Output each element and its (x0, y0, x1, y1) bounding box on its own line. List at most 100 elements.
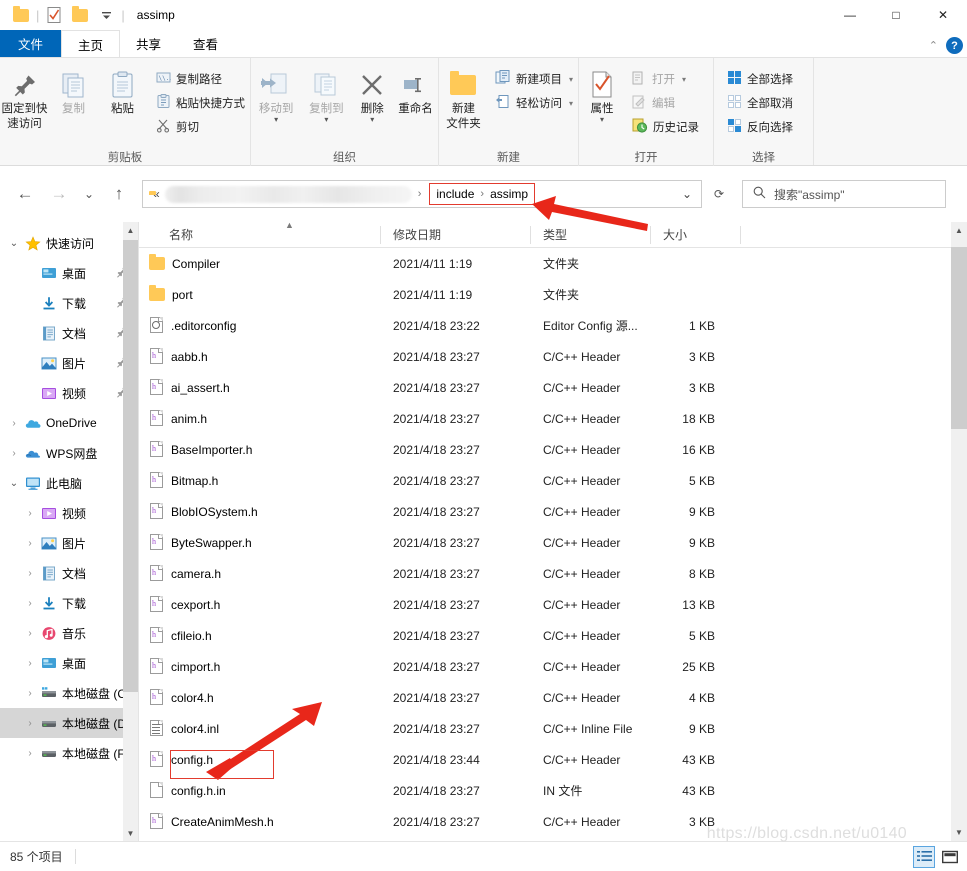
large-icons-view-button[interactable] (939, 846, 961, 868)
new-folder-qat-icon[interactable] (67, 3, 93, 27)
sidebar-item-本地磁盘-c-[interactable]: › 本地磁盘 (C:) (0, 678, 138, 708)
filelist-scrollbar[interactable]: ▲ ▼ (951, 222, 967, 841)
view-mode-buttons[interactable] (913, 845, 961, 868)
address-bar[interactable]: « › include › assimp ⌄ (142, 180, 702, 208)
delete-button[interactable]: 删除 ▾ (351, 62, 393, 124)
easy-access-caret-icon[interactable]: ▾ (569, 99, 573, 108)
sidebar-item-此电脑[interactable]: ⌄ 此电脑 (0, 468, 138, 498)
select-none-button[interactable]: 全部取消 (722, 92, 798, 114)
file-name-cell[interactable]: config.h.in (139, 782, 381, 799)
properties-caret-icon[interactable]: ▾ (600, 116, 604, 124)
tab-share[interactable]: 共享 (120, 30, 177, 57)
history-button[interactable]: 历史记录 (627, 116, 704, 138)
minimize-button[interactable]: — (827, 0, 873, 30)
file-name-cell[interactable]: h Bitmap.h (139, 472, 381, 489)
table-row[interactable]: h camera.h 2021/4/18 23:27 C/C++ Header 8 KB (139, 558, 967, 589)
ribbon-tab-strip[interactable]: 文件 主页 共享 查看 ⌃ ? (0, 30, 967, 57)
sidebar-item-桌面[interactable]: › 桌面 (0, 648, 138, 678)
sidebar-item-本地磁盘-f-[interactable]: › 本地磁盘 (F:) (0, 738, 138, 768)
chevron-right-icon[interactable]: › (6, 418, 22, 429)
window-controls[interactable]: — □ ✕ (827, 0, 967, 30)
column-header-date[interactable]: 修改日期 (381, 222, 531, 248)
move-to-button[interactable]: 移动到 ▾ (251, 62, 301, 124)
recent-locations-button[interactable]: ⌄ (76, 177, 102, 211)
search-box[interactable]: 搜索"assimp" (742, 180, 946, 208)
sidebar-item-本地磁盘-d-[interactable]: › 本地磁盘 (D:) (0, 708, 138, 738)
table-row[interactable]: h cimport.h 2021/4/18 23:27 C/C++ Header 25 … (139, 651, 967, 682)
properties-button[interactable]: 属性 ▾ (579, 62, 625, 124)
chevron-right-icon[interactable]: › (22, 718, 38, 729)
table-row[interactable]: h color4.h 2021/4/18 23:27 C/C++ Header 4 KB (139, 682, 967, 713)
table-row[interactable]: h anim.h 2021/4/18 23:27 C/C++ Header 18 KB (139, 403, 967, 434)
table-row[interactable]: h cfileio.h 2021/4/18 23:27 C/C++ Header 5 K… (139, 620, 967, 651)
edit-button[interactable]: 编辑 (627, 92, 704, 114)
sidebar-item-视频[interactable]: › 视频 (0, 498, 138, 528)
column-header-name[interactable]: 名称 ▲ (139, 222, 381, 248)
chevron-right-icon[interactable]: › (22, 598, 38, 609)
address-dropdown-icon[interactable]: ⌄ (673, 181, 701, 207)
rename-button[interactable]: 重命名 (393, 62, 438, 117)
delete-caret-icon[interactable]: ▾ (370, 116, 374, 124)
chevron-right-icon[interactable]: › (22, 658, 38, 669)
file-name-cell[interactable]: h ByteSwapper.h (139, 534, 381, 551)
breadcrumb-assimp[interactable]: assimp (490, 187, 528, 201)
chevron-right-icon[interactable]: › (22, 688, 38, 699)
chevron-right-icon[interactable]: › (22, 628, 38, 639)
collapse-ribbon-icon[interactable]: ⌃ (929, 39, 938, 52)
file-name-cell[interactable]: h BaseImporter.h (139, 441, 381, 458)
file-name-cell[interactable]: h cfileio.h (139, 627, 381, 644)
file-name-cell[interactable]: h CreateAnimMesh.h (139, 813, 381, 830)
file-name-cell[interactable]: port (139, 285, 381, 302)
file-name-cell[interactable]: color4.inl (139, 720, 381, 737)
chevron-down-icon[interactable]: ⌄ (6, 478, 22, 489)
filelist-scroll-up-icon[interactable]: ▲ (951, 222, 967, 239)
new-item-button[interactable]: 新建项目 ▾ (490, 68, 578, 90)
tab-file[interactable]: 文件 (0, 30, 62, 57)
up-button[interactable]: ↑ (102, 177, 136, 211)
chevron-right-icon[interactable]: › (22, 748, 38, 759)
breadcrumb-include[interactable]: include (436, 187, 474, 201)
sidebar-item-桌面[interactable]: 桌面 (0, 258, 138, 288)
sidebar-item-下载[interactable]: 下载 (0, 288, 138, 318)
sidebar-item-wps网盘[interactable]: › WPS网盘 (0, 438, 138, 468)
navpane-scroll-down-icon[interactable]: ▼ (123, 825, 138, 841)
properties-check-icon[interactable] (41, 3, 67, 27)
file-name-cell[interactable]: h camera.h (139, 565, 381, 582)
paste-button[interactable]: 粘贴 (98, 62, 147, 117)
table-row[interactable]: config.h.in 2021/4/18 23:27 IN 文件 43 KB (139, 775, 967, 806)
navpane-scroll-track[interactable] (123, 238, 138, 825)
file-name-cell[interactable]: h color4.h (139, 689, 381, 706)
column-header-size[interactable]: 大小 (651, 222, 741, 248)
table-row[interactable]: h cexport.h 2021/4/18 23:27 C/C++ Header 13 … (139, 589, 967, 620)
sidebar-item-onedrive[interactable]: › OneDrive (0, 408, 138, 438)
tab-view[interactable]: 查看 (177, 30, 234, 57)
details-view-button[interactable] (913, 845, 935, 868)
file-name-cell[interactable]: h aabb.h (139, 348, 381, 365)
column-headers[interactable]: 名称 ▲ 修改日期 类型 大小 (139, 222, 967, 248)
new-folder-button[interactable]: 新建 文件夹 (439, 62, 488, 132)
forward-button[interactable]: → (42, 177, 76, 211)
table-row[interactable]: h aabb.h 2021/4/18 23:27 C/C++ Header 3 KB (139, 341, 967, 372)
refresh-button[interactable]: ⟳ (702, 177, 736, 211)
sidebar-item-文档[interactable]: 文档 (0, 318, 138, 348)
file-name-cell[interactable]: Compiler (139, 254, 381, 271)
new-item-caret-icon[interactable]: ▾ (569, 75, 573, 84)
back-button[interactable]: ← (8, 177, 42, 211)
table-row[interactable]: .editorconfig 2021/4/18 23:22 Editor Confi… (139, 310, 967, 341)
file-name-cell[interactable]: h anim.h (139, 410, 381, 427)
table-row[interactable]: color4.inl 2021/4/18 23:27 C/C++ Inline Fi… (139, 713, 967, 744)
invert-selection-button[interactable]: 反向选择 (722, 116, 798, 138)
sidebar-item-视频[interactable]: 视频 (0, 378, 138, 408)
table-row[interactable]: h BlobIOSystem.h 2021/4/18 23:27 C/C++ Head… (139, 496, 967, 527)
copy-path-button[interactable]: \\.. 复制路径 (151, 68, 250, 90)
sidebar-item-下载[interactable]: › 下载 (0, 588, 138, 618)
chevron-right-icon[interactable]: › (6, 448, 22, 459)
pin-to-quick-access-button[interactable]: 固定到快 速访问 (0, 62, 49, 132)
navpane-scrollbar[interactable]: ▲ ▼ (123, 222, 138, 841)
filelist-scroll-thumb[interactable] (951, 247, 967, 429)
copy-to-caret-icon[interactable]: ▾ (324, 116, 328, 124)
qat-dropdown-caret-icon[interactable] (93, 3, 119, 27)
filelist-scroll-down-icon[interactable]: ▼ (951, 824, 967, 841)
sidebar-item-图片[interactable]: › 图片 (0, 528, 138, 558)
chevron-down-icon[interactable]: ⌄ (6, 238, 22, 249)
